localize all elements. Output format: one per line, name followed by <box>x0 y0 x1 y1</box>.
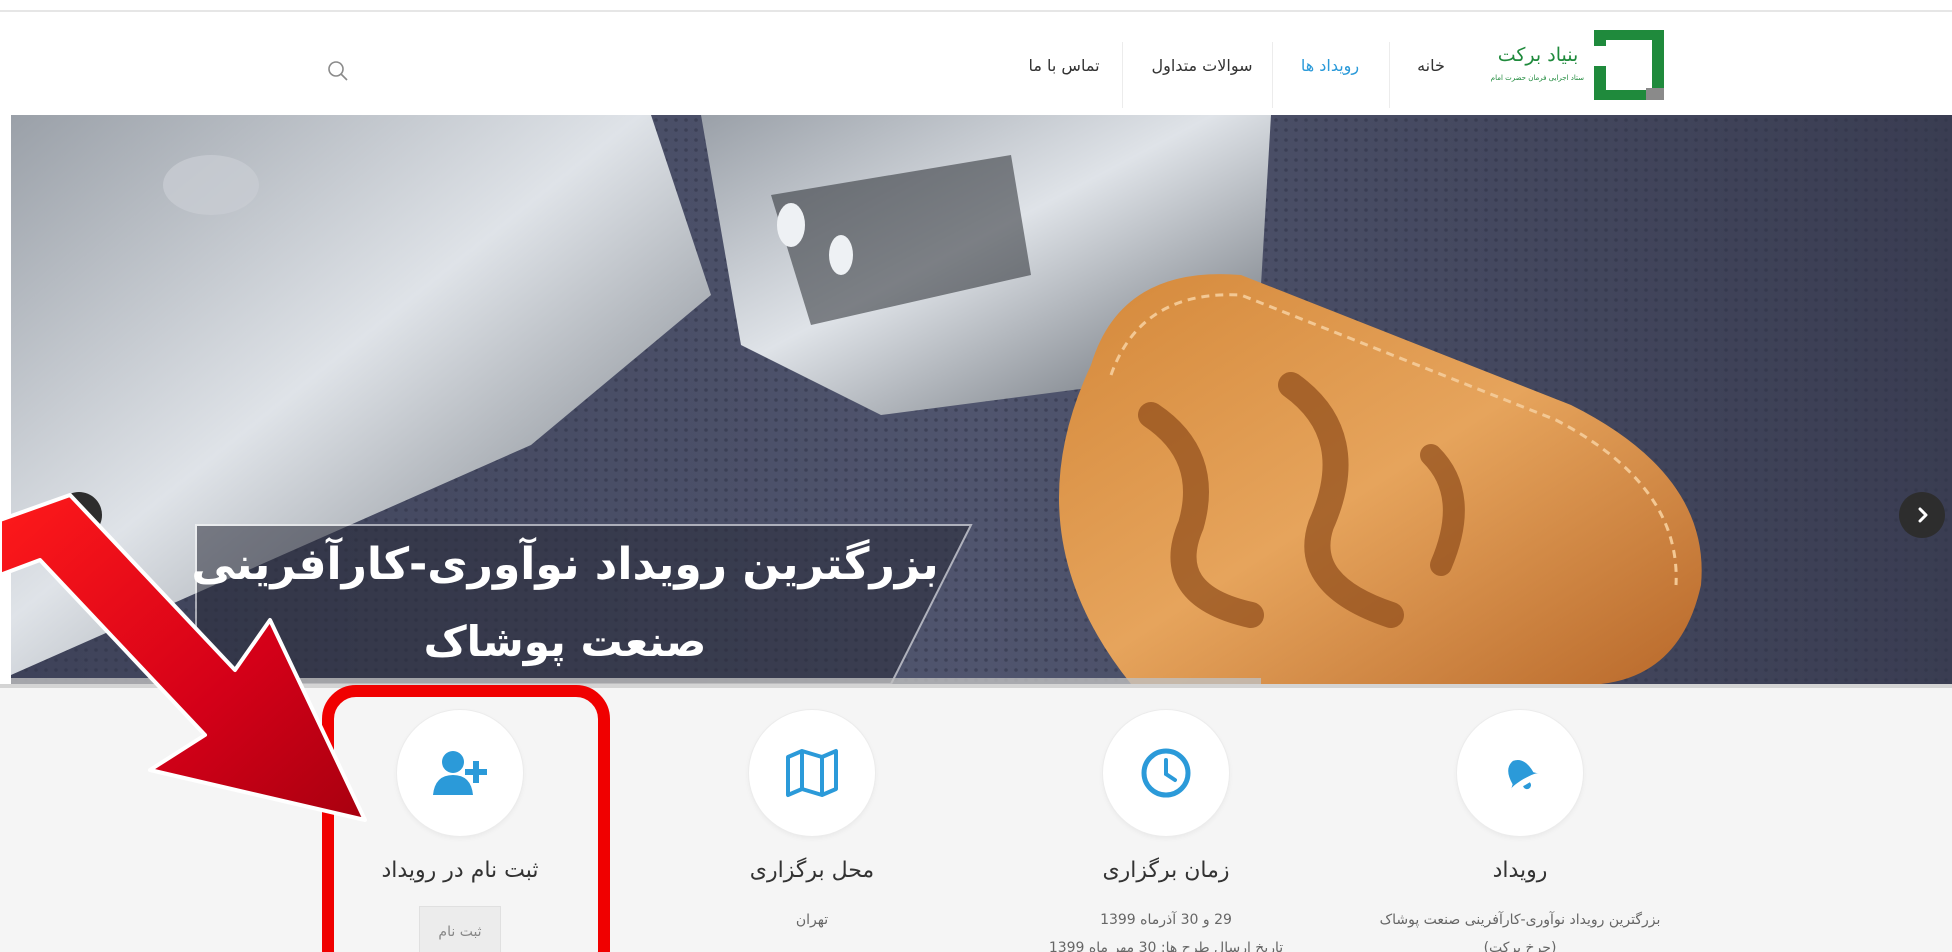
logo-text: بنیاد برکت <box>1497 44 1579 66</box>
nav-separator <box>1272 42 1273 108</box>
nav-contact[interactable]: تماس با ما <box>1016 26 1112 106</box>
nav-separator <box>1389 42 1390 108</box>
hero-caption: بزرگترین رویداد نوآوری-کارآفرینی صنعت پو… <box>190 525 950 685</box>
bell-icon <box>1508 759 1539 791</box>
hero-caption-line1: بزرگترین رویداد نوآوری-کارآفرینی <box>191 539 939 590</box>
hero-caption-line2: صنعت پوشاک <box>423 617 707 666</box>
feature-title: زمان برگزاری <box>1102 858 1230 883</box>
register-button[interactable]: ثبت نام <box>419 906 501 952</box>
chevron-right-icon <box>1918 507 1928 523</box>
feature-description: تهران <box>632 906 992 934</box>
feature-icon-circle <box>397 710 523 836</box>
nav-events[interactable]: رویداد ها <box>1290 26 1370 106</box>
map-icon <box>786 749 838 797</box>
slider-prev-button[interactable] <box>56 492 102 538</box>
user-plus-icon <box>433 751 487 795</box>
logo-mark-icon <box>1594 30 1664 100</box>
feature-desc-line2: (چرخ برکت) <box>1483 940 1557 952</box>
feature-icon-circle <box>749 710 875 836</box>
features-section: رویداد بزرگترین رویداد نوآوری-کارآفرینی … <box>0 684 1952 952</box>
top-border <box>0 0 1952 12</box>
feature-icon-circle <box>1103 710 1229 836</box>
logo-subtitle: ستاد اجرایی فرمان حضرت امام <box>1490 74 1584 82</box>
feature-title: ثبت نام در رویداد <box>381 858 539 883</box>
feature-title: رویداد <box>1492 858 1548 883</box>
clock-icon <box>1141 748 1191 798</box>
site-logo[interactable]: بنیاد برکت ستاد اجرایی فرمان حضرت امام <box>1490 30 1664 102</box>
nav-separator <box>1122 42 1123 108</box>
feature-desc-line1: 29 و 30 آذرماه 1399 <box>1100 912 1232 928</box>
site-header: بنیاد برکت ستاد اجرایی فرمان حضرت امام خ… <box>0 12 1952 115</box>
feature-event: رویداد بزرگترین رویداد نوآوری-کارآفرینی … <box>1340 710 1700 952</box>
feature-icon-circle <box>1457 710 1583 836</box>
nav-home[interactable]: خانه <box>1406 26 1456 106</box>
feature-time: زمان برگزاری 29 و 30 آذرماه 1399 تاریخ ا… <box>986 710 1346 952</box>
feature-desc-line1: تهران <box>795 912 829 928</box>
feature-description: 29 و 30 آذرماه 1399 تاریخ ارسال طرح ها: … <box>986 906 1346 952</box>
feature-desc-line1: بزرگترین رویداد نوآوری-کارآفرینی صنعت پو… <box>1379 912 1661 928</box>
nav-faq[interactable]: سوالات متداول <box>1140 26 1264 106</box>
search-icon[interactable] <box>325 58 351 84</box>
feature-description: بزرگترین رویداد نوآوری-کارآفرینی صنعت پو… <box>1340 906 1700 952</box>
feature-location: محل برگزاری تهران <box>632 710 992 952</box>
chevron-left-icon <box>73 507 83 523</box>
slider-next-button[interactable] <box>1899 492 1945 538</box>
feature-desc-line2: تاریخ ارسال طرح ها: 30 مهر ماه 1399 <box>1048 940 1284 952</box>
feature-title: محل برگزاری <box>749 858 875 883</box>
feature-register: ثبت نام در رویداد ثبت نام <box>280 710 640 952</box>
